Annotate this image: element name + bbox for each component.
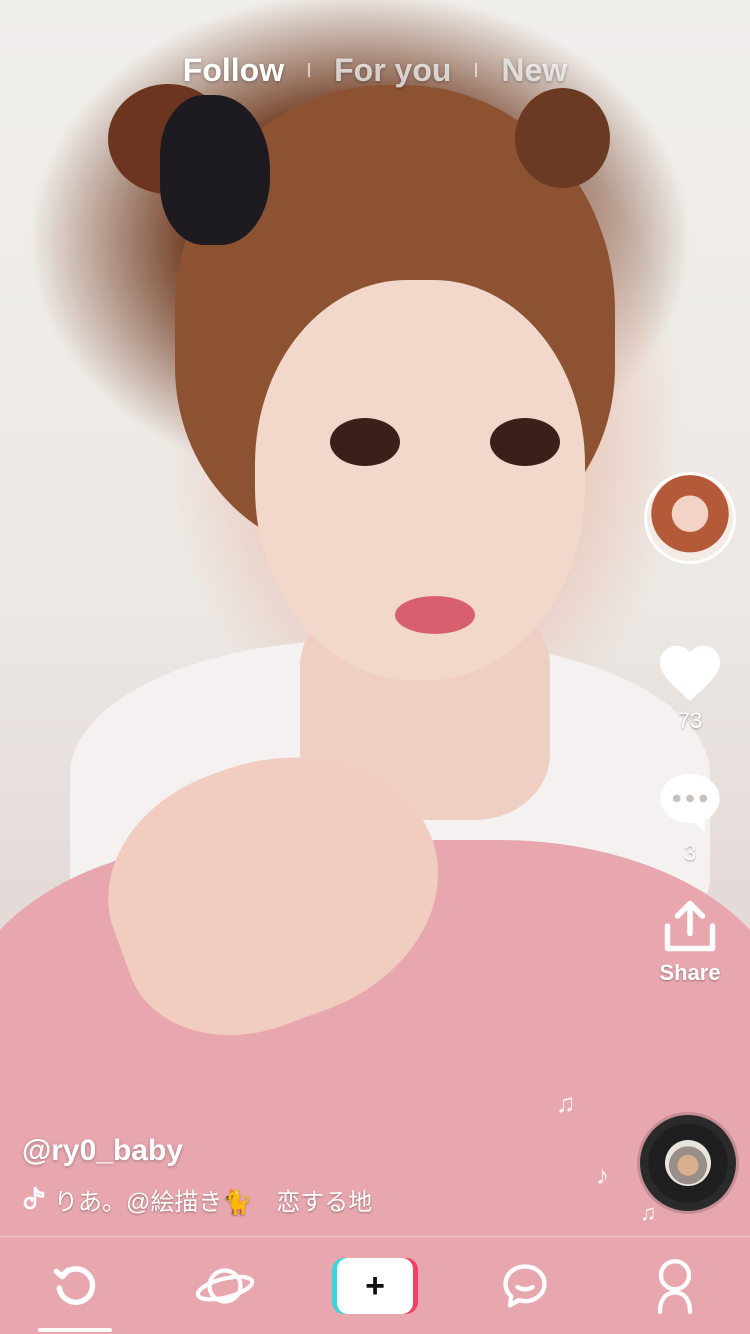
video-eye-left bbox=[330, 418, 400, 466]
video-hair-shape bbox=[175, 85, 615, 555]
music-note-icon: ♫ bbox=[640, 1200, 657, 1225]
video-bun-left bbox=[108, 84, 228, 194]
message-icon bbox=[503, 1264, 547, 1308]
comment-button[interactable]: 3 bbox=[654, 768, 726, 866]
video-lips bbox=[395, 596, 475, 634]
music-note-icon: ♫ bbox=[556, 1088, 576, 1118]
tab-divider bbox=[308, 63, 311, 77]
nav-profile[interactable] bbox=[630, 1251, 720, 1321]
profile-icon bbox=[657, 1259, 693, 1314]
music-disc[interactable] bbox=[640, 1115, 736, 1211]
video-lace-collar bbox=[70, 640, 710, 940]
video-neck bbox=[300, 600, 550, 820]
tab-new[interactable]: New bbox=[501, 52, 567, 89]
music-note-icon: ♪ bbox=[596, 1160, 609, 1190]
action-rail: 73 3 Share bbox=[642, 472, 738, 986]
video-hand bbox=[75, 711, 475, 1069]
like-button[interactable]: 73 bbox=[653, 638, 727, 734]
nav-active-indicator bbox=[38, 1328, 112, 1332]
like-count: 73 bbox=[677, 708, 703, 733]
refresh-home-icon bbox=[53, 1266, 96, 1305]
nav-inbox[interactable] bbox=[480, 1251, 570, 1321]
tab-for-you[interactable]: For you bbox=[334, 52, 451, 89]
heart-icon bbox=[660, 645, 720, 701]
video-hair-bow bbox=[160, 95, 270, 245]
create-button[interactable]: + bbox=[332, 1258, 418, 1314]
comment-icon bbox=[660, 773, 720, 834]
tab-divider bbox=[475, 63, 478, 77]
video-eye-right bbox=[490, 418, 560, 466]
share-button[interactable]: Share bbox=[659, 896, 721, 986]
music-ticker[interactable]: りあ。@絵描き🐈 恋する地 bbox=[22, 1182, 444, 1216]
video-bun-right bbox=[515, 88, 610, 188]
nav-discover[interactable] bbox=[180, 1251, 270, 1321]
video-face bbox=[255, 280, 585, 680]
music-title: りあ。@絵描き🐈 恋する地 bbox=[54, 1188, 373, 1216]
nav-home[interactable] bbox=[30, 1251, 120, 1321]
plus-icon: + bbox=[337, 1258, 413, 1314]
music-disc-cover bbox=[665, 1140, 711, 1186]
share-label: Share bbox=[659, 960, 721, 985]
share-icon bbox=[664, 900, 716, 952]
nav-create[interactable]: + bbox=[330, 1251, 420, 1321]
video-feed-screen[interactable]: Follow For you New 73 3 Share ♫ ♪ ♫ @ry0… bbox=[0, 0, 750, 1334]
creator-avatar[interactable] bbox=[644, 472, 736, 564]
creator-username[interactable]: @ry0_baby bbox=[22, 1134, 183, 1168]
tiktok-note-icon bbox=[23, 1186, 45, 1210]
tab-follow[interactable]: Follow bbox=[183, 52, 284, 89]
bottom-nav: + bbox=[0, 1236, 750, 1334]
feed-tabs: Follow For you New bbox=[0, 48, 750, 92]
planet-icon bbox=[195, 1268, 255, 1304]
comment-count: 3 bbox=[683, 840, 697, 865]
